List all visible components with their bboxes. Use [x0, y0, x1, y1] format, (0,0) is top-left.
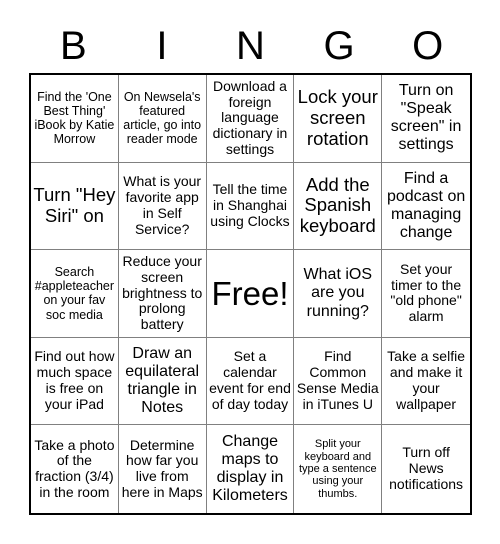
bingo-cell-text: Download a foreign language dictionary i…	[212, 77, 288, 158]
header-letter-g: G	[323, 23, 355, 68]
bingo-cell-text: On Newsela's featured article, go into r…	[123, 90, 202, 147]
bingo-cell[interactable]: Reduce your screen brightness to prolong…	[118, 250, 207, 338]
bingo-cell[interactable]: Take a selfie and make it your wallpaper	[382, 337, 470, 426]
bingo-grid: Find the 'One Best Thing' iBook by Katie…	[29, 73, 472, 515]
bingo-cell-text: Find out how much space is free on your …	[34, 348, 115, 412]
header-letter-n: N	[236, 23, 265, 68]
bingo-cell[interactable]: Find Common Sense Media in iTunes U	[294, 337, 383, 426]
bingo-cell-text: What is your favorite app in Self Servic…	[123, 173, 202, 237]
bingo-cell-text: Find a podcast on managing change	[386, 169, 466, 241]
bingo-cell-text: Set a calendar event for end of day toda…	[209, 348, 291, 412]
bingo-cell-text: Turn on "Speak screen" in settings	[390, 82, 462, 154]
bingo-cell[interactable]: Split your keyboard and type a sentence …	[294, 425, 383, 513]
bingo-cell-text: What iOS are you running?	[303, 266, 373, 320]
bingo-cell-text: Search #appleteacher on your fav soc med…	[34, 265, 115, 322]
header-letter-i: I	[156, 23, 168, 68]
bingo-free-space[interactable]: Free!	[206, 250, 295, 338]
bingo-cell[interactable]: Tell the time in Shanghai using Clocks	[206, 162, 295, 251]
header-letter-b: B	[59, 23, 87, 68]
bingo-cell[interactable]: Find out how much space is free on your …	[31, 337, 119, 426]
bingo-cell-text: Add the Spanish keyboard	[299, 173, 376, 237]
bingo-cell[interactable]: Find a podcast on managing change	[382, 162, 470, 251]
bingo-card: B I N G O Find the 'One Best Thing' iBoo…	[29, 18, 472, 515]
bingo-cell[interactable]: What iOS are you running?	[294, 250, 383, 338]
bingo-cell-text: Take a photo of the fraction (3/4) in th…	[34, 436, 115, 500]
bingo-cell[interactable]: Turn on "Speak screen" in settings	[382, 75, 470, 163]
bingo-header: B I N G O	[29, 18, 472, 73]
bingo-cell[interactable]: Turn off News notifications	[382, 425, 470, 513]
bingo-cell-text: Lock your screen rotation	[297, 85, 378, 149]
bingo-cell[interactable]: Find the 'One Best Thing' iBook by Katie…	[31, 75, 119, 163]
bingo-cell-text: Find Common Sense Media in iTunes U	[296, 348, 379, 412]
bingo-cell[interactable]: On Newsela's featured article, go into r…	[118, 75, 207, 163]
bingo-cell-text: Change maps to display in Kilometers	[212, 433, 288, 505]
header-letter-o: O	[412, 23, 444, 68]
bingo-cell-text: Tell the time in Shanghai using Clocks	[210, 181, 290, 229]
bingo-cell-text: Turn "Hey Siri" on	[33, 184, 116, 226]
bingo-cell[interactable]: Determine how far you live from here in …	[118, 425, 207, 513]
bingo-cell[interactable]: What is your favorite app in Self Servic…	[118, 162, 207, 251]
bingo-cell[interactable]: Draw an equilateral triangle in Notes	[118, 337, 207, 426]
bingo-cell-text: Turn off News notifications	[389, 444, 464, 493]
bingo-cell-text: Split your keyboard and type a sentence …	[298, 438, 377, 500]
bingo-cell[interactable]: Download a foreign language dictionary i…	[206, 75, 295, 163]
bingo-cell[interactable]: Take a photo of the fraction (3/4) in th…	[31, 425, 119, 513]
bingo-cell[interactable]: Lock your screen rotation	[294, 75, 383, 163]
bingo-cell[interactable]: Set your timer to the "old phone" alarm	[382, 250, 470, 338]
bingo-cell[interactable]: Turn "Hey Siri" on	[31, 162, 119, 251]
bingo-cell[interactable]: Change maps to display in Kilometers	[206, 425, 295, 513]
bingo-cell-text: Free!	[211, 274, 289, 312]
bingo-cell-text: Take a selfie and make it your wallpaper	[387, 348, 465, 412]
bingo-cell-text: Reduce your screen brightness to prolong…	[122, 252, 203, 333]
bingo-cell-text: Set your timer to the "old phone" alarm	[390, 260, 462, 325]
bingo-cell[interactable]: Search #appleteacher on your fav soc med…	[31, 250, 119, 338]
bingo-cell-text: Draw an equilateral triangle in Notes	[125, 344, 200, 417]
bingo-cell[interactable]: Set a calendar event for end of day toda…	[206, 337, 295, 426]
bingo-cell[interactable]: Add the Spanish keyboard	[294, 162, 383, 251]
bingo-cell-text: Find the 'One Best Thing' iBook by Katie…	[34, 90, 115, 147]
bingo-cell-text: Determine how far you live from here in …	[121, 436, 203, 500]
